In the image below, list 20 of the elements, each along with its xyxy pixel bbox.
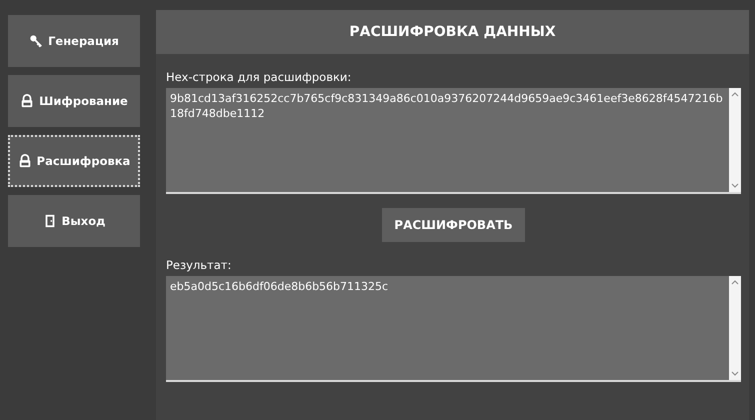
- scrollbar[interactable]: [729, 88, 741, 192]
- nav-button[interactable]: Расшифровка: [8, 135, 140, 187]
- scrollbar[interactable]: [729, 276, 741, 380]
- scroll-down-icon[interactable]: [731, 183, 739, 188]
- nav-button[interactable]: Выход: [8, 195, 140, 247]
- scroll-up-icon[interactable]: [731, 280, 739, 285]
- key-icon: [29, 34, 44, 48]
- page-header: РАСШИФРОВКА ДАННЫХ: [156, 10, 749, 54]
- lock-icon: [18, 154, 32, 168]
- text-area[interactable]: 9b81cd13af316252cc7b765cf9c831349a86c010a9376207244d9659ae9c3461eef3e8628f4547216b18fd748dbe1112: [166, 88, 741, 194]
- nav-button[interactable]: Шифрование: [8, 75, 140, 127]
- nav-button[interactable]: Генерация: [8, 15, 140, 67]
- text-area[interactable]: eb5a0d5c16b6df06de8b6b56b711325c: [166, 276, 741, 382]
- scroll-up-icon[interactable]: [731, 92, 739, 97]
- field-label: Hex-строка для расшифровки:: [166, 70, 352, 84]
- scroll-down-icon[interactable]: [731, 371, 739, 376]
- door-icon: [42, 214, 57, 228]
- decrypt-button[interactable]: РАСШИФРОВАТЬ: [382, 208, 525, 242]
- field-label: Результат:: [166, 258, 232, 272]
- lock-icon: [20, 94, 34, 108]
